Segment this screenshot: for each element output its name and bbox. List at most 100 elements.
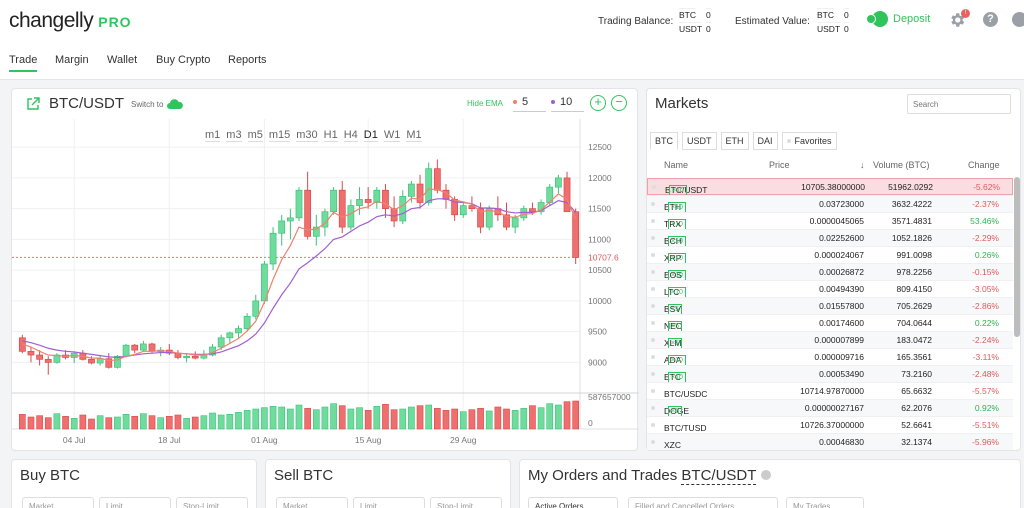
market-row[interactable]: XRP ×10 0.000024067 991.0098 0.26% (647, 246, 1013, 264)
market-row[interactable]: BCH ×10 0.02252600 1052.1826 -2.29% (647, 229, 1013, 247)
market-change: -0.15% (972, 267, 999, 277)
markets-scrollbar[interactable] (1014, 177, 1020, 337)
candle-body (399, 195, 407, 222)
orders-tab-active[interactable]: Active Orders (528, 497, 618, 508)
market-row[interactable]: BTC/USDT ×10 10705.38000000 51962.0292 -5.62… (647, 178, 1013, 196)
header-name[interactable]: Name (664, 160, 688, 170)
timeframe-m3[interactable]: m3 (226, 129, 242, 142)
timeframe-w1[interactable]: W1 (383, 129, 401, 142)
favorite-icon[interactable] (651, 236, 655, 240)
deposit-button[interactable]: Deposit (867, 11, 930, 27)
info-icon[interactable] (761, 470, 771, 480)
market-row[interactable]: DOGE ×5 0.00000027167 62.2076 0.92% (647, 399, 1013, 417)
nav-wallet[interactable]: Wallet (107, 54, 137, 66)
ema-period-2[interactable]: 10 (551, 96, 584, 112)
volume-bar (157, 417, 164, 430)
orders-title-prefix: My Orders and Trades (528, 467, 678, 484)
market-row[interactable]: ETC ×10 0.00053490 73.2160 -2.48% (647, 365, 1013, 383)
sell-tab-stop-limit[interactable]: Stop-Limit (430, 497, 502, 508)
candle-body (511, 217, 519, 228)
favorite-icon[interactable] (651, 406, 655, 410)
timeframe-m1[interactable]: m1 (205, 129, 221, 142)
header-price[interactable]: Price (769, 160, 790, 170)
market-volume: 704.0644 (896, 318, 932, 328)
market-row[interactable]: XZC 0.00046830 32.1374 -5.96% (647, 433, 1013, 450)
price-chart[interactable]: 12500 12000 11500 11000 10500 10000 9500 9000 10… (12, 89, 639, 452)
market-change: -2.29% (972, 233, 999, 243)
market-row[interactable]: LTC ×10 0.00494390 809.4150 -3.05% (647, 280, 1013, 298)
volume-bar (148, 415, 156, 430)
switch-view[interactable]: Switch to (131, 99, 184, 110)
y-tick-label: 10000 (588, 296, 612, 306)
orders-tab-trades[interactable]: My Trades (786, 497, 864, 508)
tab-usdt[interactable]: USDT (682, 132, 717, 150)
tab-btc[interactable]: BTC (650, 132, 678, 150)
timeframe-d1[interactable]: D1 (363, 129, 378, 142)
market-row[interactable]: BSV ×5 0.01557800 705.2629 -2.86% (647, 297, 1013, 315)
timeframe-m5[interactable]: m5 (247, 129, 263, 142)
timeframe-m15[interactable]: m15 (268, 129, 291, 142)
favorite-icon[interactable] (651, 389, 655, 393)
favorite-icon[interactable] (651, 355, 655, 359)
volume-bar (451, 408, 458, 430)
favorite-icon[interactable] (652, 185, 656, 189)
timeframe-h4[interactable]: H4 (343, 129, 358, 142)
favorite-icon[interactable] (651, 287, 655, 291)
favorite-icon[interactable] (651, 219, 655, 223)
zoom-out-button[interactable]: − (611, 95, 627, 111)
ema-period-1[interactable]: 5 (513, 96, 546, 112)
hide-ema-button[interactable]: Hide EMA (467, 99, 503, 108)
market-row[interactable]: EOS ×10 0.00026872 978.2256 -0.15% (647, 263, 1013, 281)
sell-tab-market[interactable]: Market (276, 497, 348, 508)
favorite-icon[interactable] (651, 321, 655, 325)
favorite-icon[interactable] (651, 338, 655, 342)
favorite-icon[interactable] (651, 304, 655, 308)
favorite-icon[interactable] (651, 372, 655, 376)
nav-reports[interactable]: Reports (228, 54, 267, 66)
market-row[interactable]: BTC/TUSD 10726.37000000 52.6641 -5.51% (647, 416, 1013, 433)
buy-tab-limit[interactable]: Limit (99, 497, 171, 508)
market-row[interactable]: ADA ×10 0.000009716 165.3561 -3.11% (647, 348, 1013, 366)
favorite-icon[interactable] (651, 202, 655, 206)
logo[interactable]: changelly PRO (9, 9, 132, 33)
market-row[interactable]: TRX ×10 0.0000045065 3571.4831 53.46% (647, 212, 1013, 230)
market-row[interactable]: XLM ×5 0.000007899 183.0472 -2.24% (647, 331, 1013, 349)
external-link-icon[interactable] (26, 97, 40, 111)
favorite-icon[interactable] (651, 440, 655, 444)
tab-eth[interactable]: ETH (720, 132, 749, 150)
orders-title-pair[interactable]: BTC/USDT (681, 467, 757, 485)
zoom-in-button[interactable]: + (590, 95, 606, 111)
market-row[interactable]: NEO ×5 0.00174600 704.0644 0.22% (647, 314, 1013, 332)
nav-buy-crypto[interactable]: Buy Crypto (156, 54, 210, 66)
tab-dai[interactable]: DAI (752, 132, 778, 150)
user-icon[interactable] (1012, 12, 1024, 27)
header-change[interactable]: Change (968, 160, 1000, 170)
orders-tab-filled[interactable]: Filled and Cancelled Orders (628, 497, 778, 508)
nav-trade[interactable]: Trade (9, 54, 38, 72)
favorite-icon[interactable] (651, 423, 655, 427)
markets-search-input[interactable] (907, 94, 1011, 114)
header-volume[interactable]: Volume (BTC) (873, 160, 930, 170)
timeframe-m1[interactable]: M1 (406, 129, 422, 142)
tab-favorites[interactable]: Favorites (781, 132, 837, 150)
market-change: -5.51% (972, 420, 999, 430)
ema10-line (22, 198, 577, 359)
favorite-icon[interactable] (651, 270, 655, 274)
candle-body (148, 343, 156, 352)
favorite-icon[interactable] (651, 253, 655, 257)
buy-tab-stop-limit[interactable]: Stop-Limit (176, 497, 248, 508)
markets-table: BTC/USDT ×10 10705.38000000 51962.0292 -5.62… (647, 178, 1013, 450)
help-icon[interactable]: ? (983, 12, 998, 27)
market-row[interactable]: ETH ×10 0.03723000 3632.4222 -2.37% (647, 195, 1013, 213)
sell-tab-limit[interactable]: Limit (353, 497, 425, 508)
volume-bar (122, 414, 130, 430)
market-volume: 65.6632 (901, 386, 932, 396)
volume-bar (79, 414, 87, 430)
timeframe-m30[interactable]: m30 (296, 129, 318, 142)
nav-margin[interactable]: Margin (55, 54, 89, 66)
timeframe-h1[interactable]: H1 (323, 129, 338, 142)
buy-tab-market[interactable]: Market (22, 497, 94, 508)
candle-body (217, 337, 225, 348)
market-price: 0.00494390 (819, 284, 864, 294)
market-row[interactable]: BTC/USDC 10714.97870000 65.6632 -5.57% (647, 382, 1013, 399)
